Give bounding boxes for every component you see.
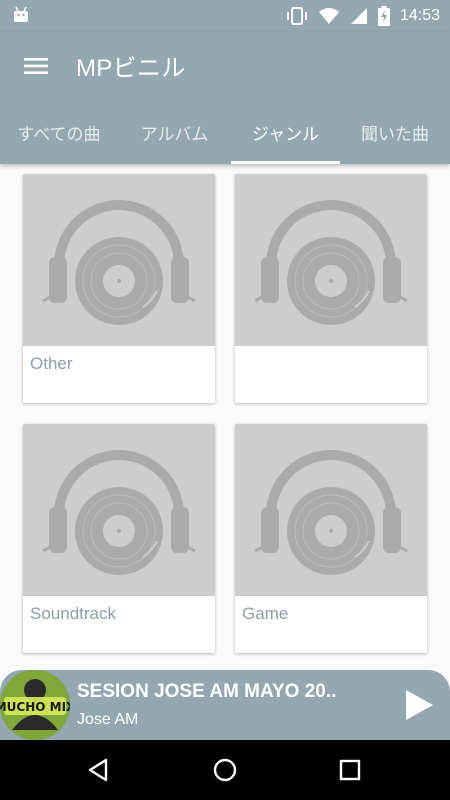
genre-card-unnamed[interactable] xyxy=(235,174,427,403)
status-bar: 14:53 xyxy=(0,0,450,32)
genre-card-other[interactable]: Other xyxy=(23,174,215,403)
genre-card-soundtrack[interactable]: Soundtrack xyxy=(23,424,215,653)
tab-albums[interactable]: アルバム xyxy=(118,100,231,164)
tab-label: すべての曲 xyxy=(17,124,101,145)
vibrate-icon xyxy=(286,6,308,26)
tab-indicator xyxy=(231,161,340,164)
system-nav-bar xyxy=(0,740,450,800)
track-title: SESION JOSE AM MAYO 20.. xyxy=(77,681,337,702)
android-icon xyxy=(12,6,30,28)
genre-label xyxy=(235,346,427,403)
mini-player[interactable]: MUCHO MIX SESION JOSE AM MAYO 20.. Jose … xyxy=(0,670,450,740)
album-art-text: MUCHO MIX xyxy=(0,700,70,714)
album-art[interactable]: MUCHO MIX xyxy=(0,670,70,740)
tab-label: アルバム xyxy=(140,124,209,145)
genre-card-game[interactable]: Game xyxy=(235,424,427,653)
tab-genres[interactable]: ジャンル xyxy=(231,100,340,164)
tab-all-songs[interactable]: すべての曲 xyxy=(0,100,118,164)
track-artist: Jose AM xyxy=(77,711,139,728)
tab-bar: すべての曲 アルバム ジャンル 聞いた曲 xyxy=(0,100,450,164)
headphones-vinyl-icon xyxy=(235,174,427,346)
home-icon[interactable] xyxy=(210,755,240,785)
battery-charging-icon xyxy=(377,6,390,26)
recents-icon[interactable] xyxy=(335,755,365,785)
wifi-icon xyxy=(318,7,340,25)
clock: 14:53 xyxy=(399,7,440,24)
headphones-vinyl-icon xyxy=(23,424,215,596)
genre-label: Game xyxy=(242,604,289,623)
genre-label: Other xyxy=(30,354,73,373)
genre-grid: Other Soundtrack Game xyxy=(0,164,450,670)
headphones-vinyl-icon xyxy=(235,424,427,596)
tab-played-songs[interactable]: 聞いた曲 xyxy=(340,100,450,164)
back-icon[interactable] xyxy=(84,755,114,785)
hamburger-menu-icon[interactable] xyxy=(12,46,60,86)
cell-signal-icon xyxy=(350,7,368,25)
tab-label: ジャンル xyxy=(251,124,320,145)
headphones-vinyl-icon xyxy=(23,174,215,346)
app-bar: MPビニル すべての曲 アルバム ジャンル 聞いた曲 xyxy=(0,32,450,164)
play-icon[interactable] xyxy=(402,688,436,722)
tab-label: 聞いた曲 xyxy=(361,124,429,145)
app-title: MPビニル xyxy=(76,55,186,82)
genre-label: Soundtrack xyxy=(30,604,116,623)
app-root: 14:53 MPビニル すべての曲 アルバム ジャンル 聞いた曲 Other S… xyxy=(0,0,450,800)
